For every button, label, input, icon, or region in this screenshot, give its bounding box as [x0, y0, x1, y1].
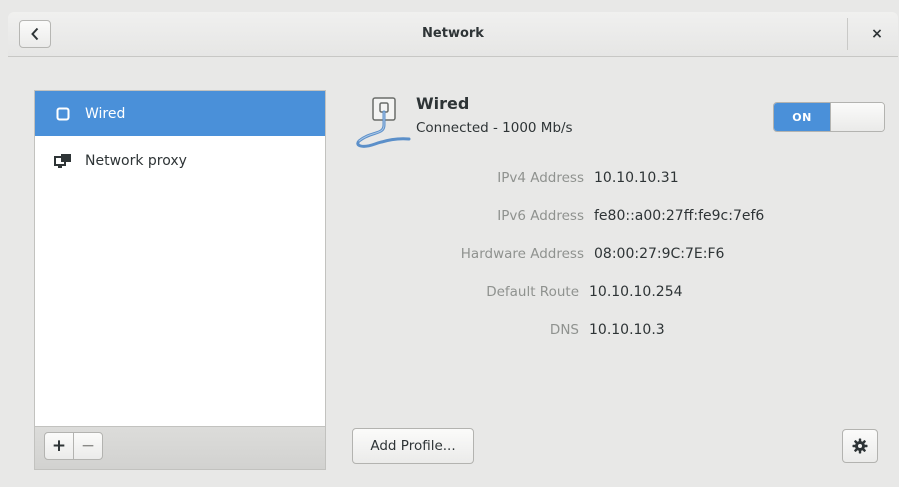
close-button[interactable]: × [860, 20, 894, 48]
sidebar-item-label: Wired [85, 105, 126, 122]
window-title: Network [422, 26, 484, 41]
remove-connection-button[interactable]: − [73, 432, 103, 460]
header-separator [847, 18, 848, 50]
connection-title: Wired [416, 94, 470, 113]
switch-on-label: ON [774, 103, 830, 131]
ethernet-cable-icon [356, 97, 411, 148]
ipv4-value: 10.10.10.31 [594, 170, 679, 186]
gear-icon [852, 438, 868, 454]
ipv4-label: IPv4 Address [497, 170, 584, 186]
add-connection-button[interactable]: + [44, 432, 74, 460]
wired-toggle-switch[interactable]: ON [773, 102, 885, 132]
add-profile-button[interactable]: Add Profile... [352, 428, 474, 464]
dns-value: 10.10.10.3 [589, 322, 665, 338]
wired-connection-icon [53, 104, 73, 124]
hardware-address-label: Hardware Address [460, 246, 584, 262]
default-route-label: Default Route [486, 284, 579, 300]
default-route-value: 10.10.10.254 [589, 284, 683, 300]
connection-settings-button[interactable] [842, 429, 878, 463]
hardware-address-value: 08:00:27:9C:7E:F6 [594, 246, 725, 262]
list-toolbar: + − [34, 426, 326, 470]
ipv6-label: IPv6 Address [497, 208, 584, 224]
connection-list: Wired Network proxy [34, 90, 326, 426]
network-settings-window: Network × Wired Network proxy + − Wired … [0, 0, 899, 487]
sidebar-item-wired[interactable]: Wired [35, 91, 325, 136]
sidebar-item-label: Network proxy [85, 152, 187, 169]
switch-knob[interactable] [830, 103, 884, 131]
sidebar-item-network-proxy[interactable]: Network proxy [35, 138, 325, 183]
header-bar: Network × [8, 12, 898, 57]
network-proxy-icon [53, 151, 73, 171]
content-area: Wired Network proxy + − Wired Connected … [8, 57, 898, 487]
ipv6-value: fe80::a00:27ff:fe9c:7ef6 [594, 208, 765, 224]
dns-label: DNS [549, 322, 579, 338]
connection-status: Connected - 1000 Mb/s [416, 120, 573, 136]
